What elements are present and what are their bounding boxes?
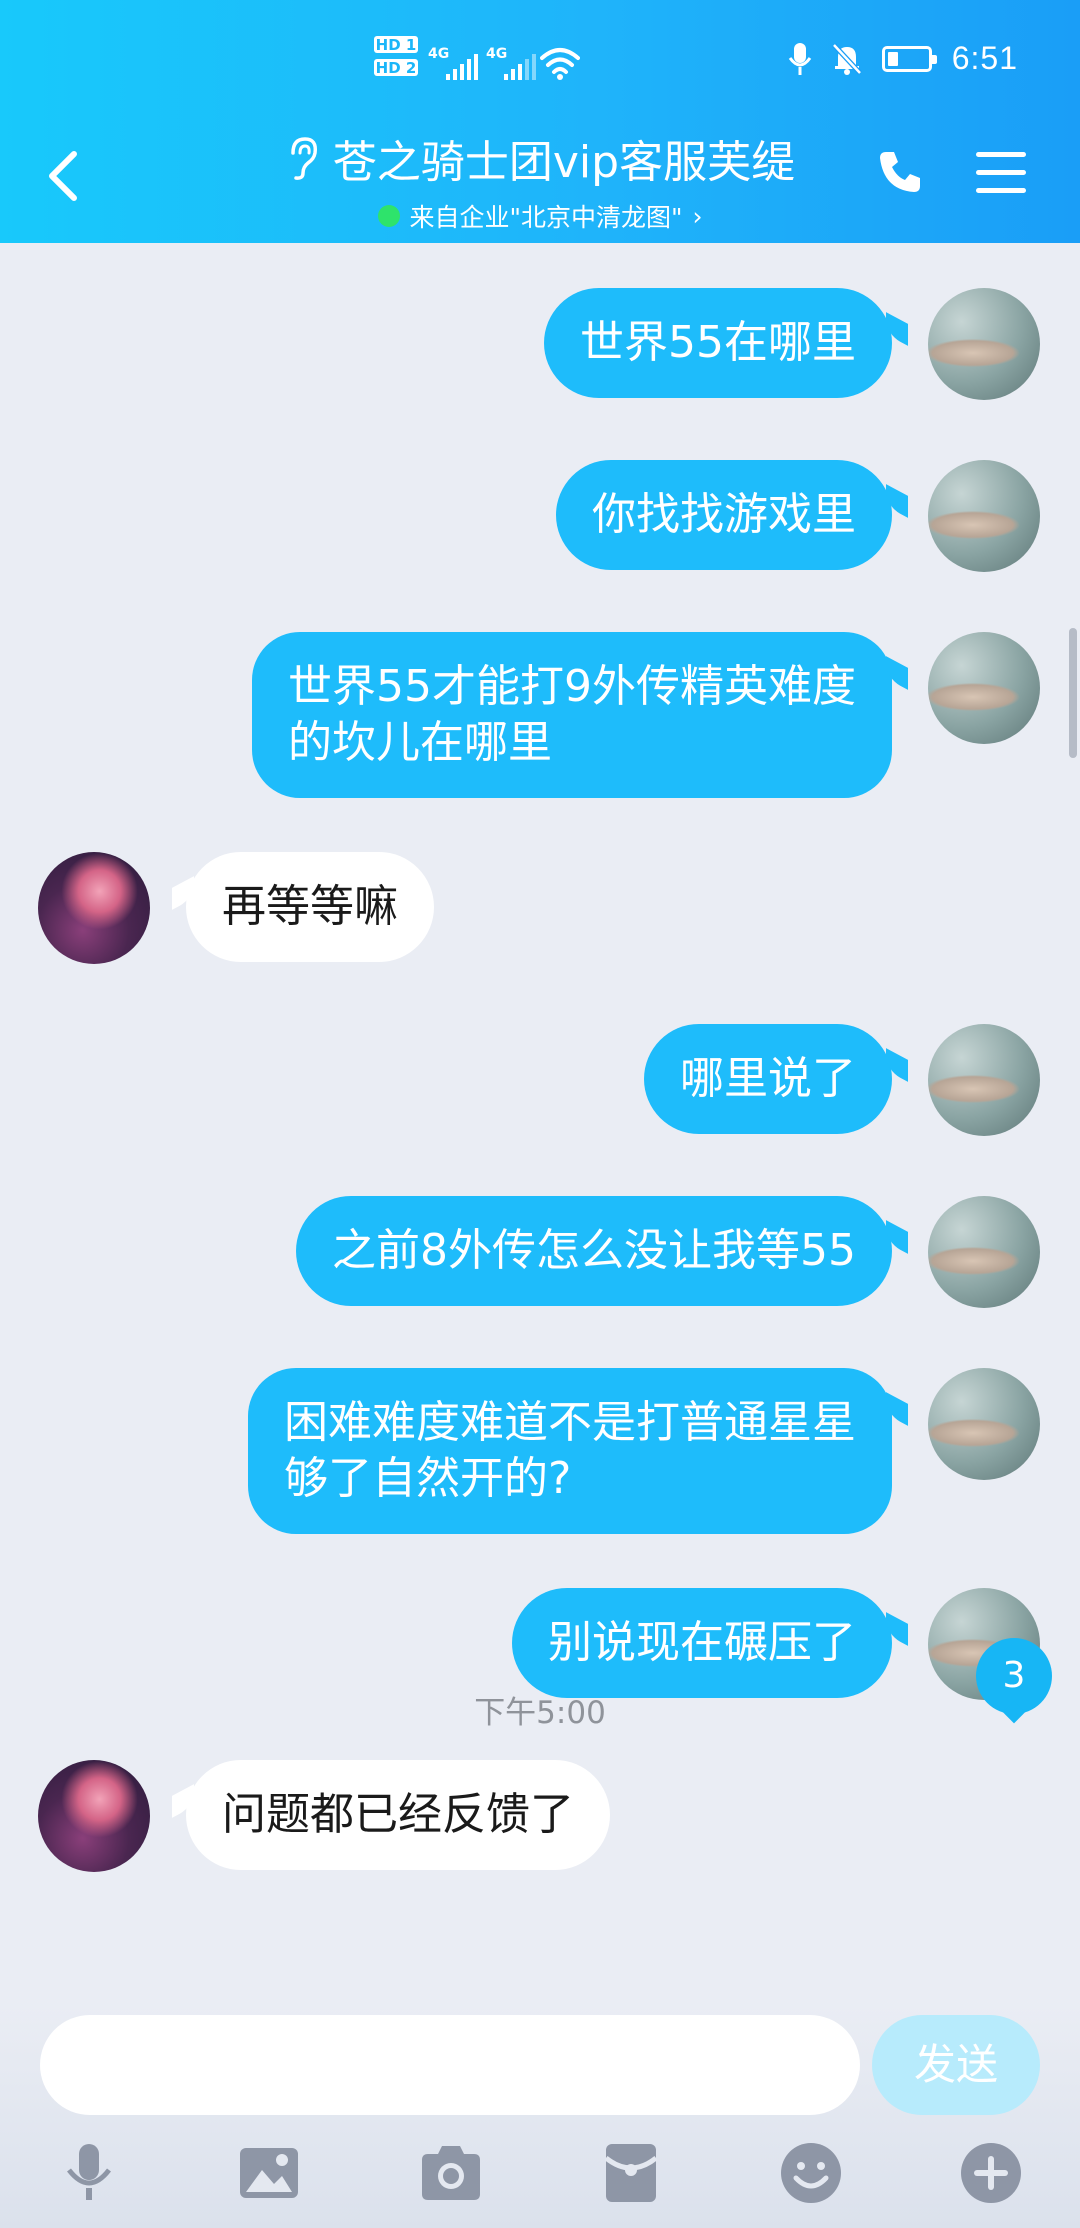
message-list[interactable]: 世界55在哪里 你找找游戏里 世界55才能打9外传精英难度 的坎儿在哪里 再等等… [0,243,1080,2003]
my-avatar[interactable] [928,632,1040,744]
hd1-badge: HD 1 [374,36,418,54]
red-packet-icon[interactable] [596,2138,666,2208]
signal-icon-sim2: 4G [486,46,536,80]
online-status-dot [377,205,400,227]
microphone-status-icon [788,42,811,75]
send-button[interactable]: 发送 [872,2015,1040,2115]
message-input[interactable] [40,2015,860,2115]
enterprise-source[interactable]: 来自企业"北京中清龙图" › [377,198,703,234]
my-avatar[interactable] [928,1196,1040,1308]
emoji-icon[interactable] [776,2138,846,2208]
microphone-icon[interactable] [54,2138,124,2208]
message-bubble-sent[interactable]: 之前8外传怎么没让我等55 [296,1196,892,1306]
hd2-badge: HD 2 [374,59,418,77]
my-avatar[interactable] [928,460,1040,572]
camera-icon[interactable] [416,2138,486,2208]
status-bar: HD 1 HD 2 4G 4G 6:51 [0,0,1080,110]
image-icon[interactable] [234,2138,304,2208]
status-time: 6:51 [951,40,1018,76]
hearing-ear-icon [291,137,317,180]
message-bubble-sent[interactable]: 你找找游戏里 [556,460,892,570]
message-bubble-sent[interactable]: 世界55才能打9外传精英难度 的坎儿在哪里 [252,632,892,798]
chat-title[interactable]: 苍之骑士团vip客服芙缇 [333,126,795,190]
plus-icon[interactable] [956,2138,1026,2208]
message-bubble-sent[interactable]: 世界55在哪里 [544,288,892,398]
wifi-icon [540,48,580,80]
message-bubble-sent[interactable]: 哪里说了 [644,1024,892,1134]
chat-header: HD 1 HD 2 4G 4G 6:51 苍之骑士团vip客服芙缇 来自企业"北… [0,0,1080,243]
mute-bell-icon [831,42,862,75]
my-avatar[interactable] [928,288,1040,400]
signal-icon-sim1: 4G [428,46,478,80]
agent-avatar[interactable] [38,852,150,964]
battery-icon [881,45,937,72]
message-bubble-sent[interactable]: 别说现在碾压了 [512,1588,892,1698]
input-toolbar [0,2138,1080,2218]
phone-call-icon[interactable] [876,148,924,196]
my-avatar[interactable] [928,1368,1040,1480]
menu-icon[interactable] [976,152,1026,194]
message-bubble-received[interactable]: 问题都已经反馈了 [186,1760,610,1870]
message-bubble-received[interactable]: 再等等嘛 [186,852,434,962]
chevron-right-icon: › [692,201,703,231]
enterprise-source-label: 来自企业"北京中清龙图" [409,203,683,232]
hd-indicators: HD 1 HD 2 [374,36,418,82]
scrollbar[interactable] [1069,628,1077,758]
message-timestamp: 下午5:00 [474,1695,606,1731]
agent-avatar[interactable] [38,1760,150,1872]
message-bubble-sent[interactable]: 困难难度难道不是打普通星星 够了自然开的? [248,1368,892,1534]
input-bar: 发送 [0,2003,1080,2228]
my-avatar[interactable] [928,1024,1040,1136]
